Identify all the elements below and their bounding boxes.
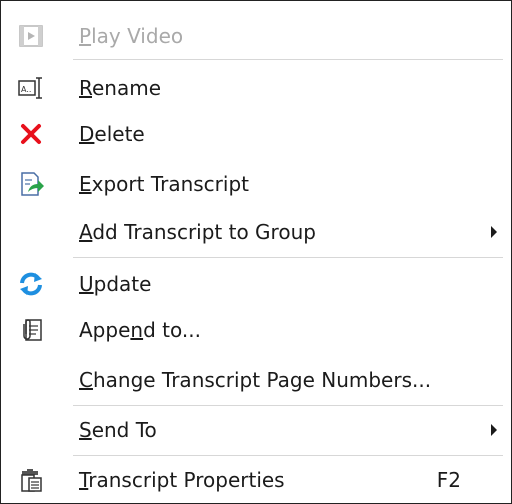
menu-item-label: Rename [79,76,162,100]
delete-x-icon [21,124,41,144]
submenu-arrow-icon [491,226,497,238]
rename-icon: A.. [18,77,42,99]
menu-item-transcript-properties[interactable]: Transcript Properties F2 [1,457,511,503]
menu-separator [73,59,503,60]
menu-item-append-to[interactable]: Append to... [1,307,511,353]
context-menu: Play Video A.. Rename Delete Export Tran… [0,0,512,504]
menu-item-label: Change Transcript Page Numbers... [79,368,432,392]
menu-item-delete[interactable]: Delete [1,111,511,157]
menu-item-change-transcript-page-numbers[interactable]: Change Transcript Page Numbers... [1,357,511,403]
play-video-icon [19,25,43,47]
shortcut-label: F2 [436,468,461,492]
menu-separator [73,455,503,456]
update-refresh-icon [20,272,42,296]
menu-item-label: Append to... [79,318,201,342]
menu-item-label: Add Transcript to Group [79,220,316,244]
menu-item-label: Update [79,272,152,296]
menu-separator [73,405,503,406]
menu-item-play-video: Play Video [1,13,511,59]
menu-item-label: Delete [79,122,145,146]
svg-text:A..: A.. [21,85,31,94]
menu-separator [73,257,503,258]
menu-item-rename[interactable]: A.. Rename [1,65,511,111]
menu-item-add-transcript-to-group[interactable]: Add Transcript to Group [1,209,511,255]
menu-item-label: Send To [79,418,157,442]
menu-item-label: Export Transcript [79,172,249,196]
menu-item-send-to[interactable]: Send To [1,407,511,453]
menu-item-update[interactable]: Update [1,261,511,307]
menu-item-label: Play Video [79,24,184,48]
properties-icon [21,469,42,492]
menu-item-label: Transcript Properties [79,468,285,492]
append-icon [23,319,42,341]
export-icon [21,172,44,196]
submenu-arrow-icon [491,424,497,436]
menu-item-export-transcript[interactable]: Export Transcript [1,161,511,207]
